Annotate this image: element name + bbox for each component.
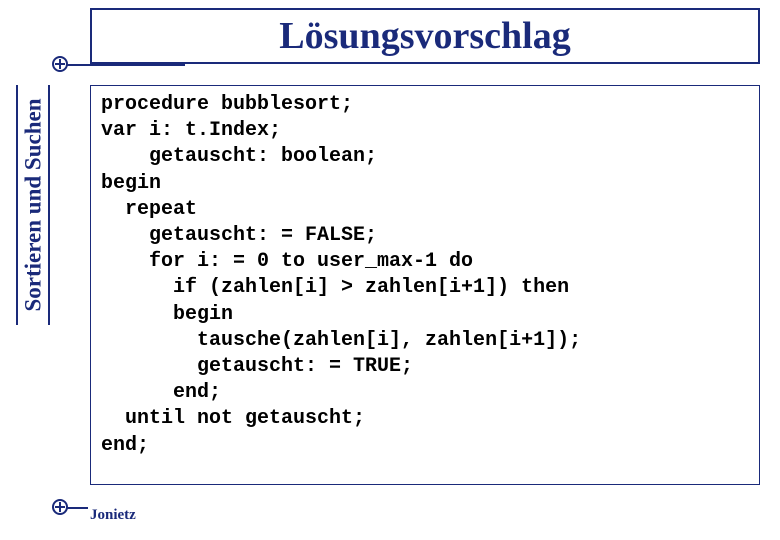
code-line: begin (101, 171, 749, 197)
code-block: procedure bubblesort; var i: t.Index; ge… (90, 85, 760, 485)
code-line: getauscht: boolean; (101, 144, 749, 170)
connector-node-top (52, 56, 68, 72)
code-line: until not getauscht; (101, 406, 749, 432)
code-line: repeat (101, 197, 749, 223)
code-line: var i: t.Index; (101, 118, 749, 144)
code-line: getauscht: = TRUE; (101, 354, 749, 380)
connector-line-top (60, 64, 185, 66)
title-box: Lösungsvorschlag (90, 8, 760, 64)
code-line: begin (101, 302, 749, 328)
side-label-text: Sortieren und Suchen (20, 98, 46, 311)
code-line: getauscht: = FALSE; (101, 223, 749, 249)
code-line: end; (101, 380, 749, 406)
code-line: for i: = 0 to user_max-1 do (101, 249, 749, 275)
code-line: if (zahlen[i] > zahlen[i+1]) then (101, 275, 749, 301)
slide-title: Lösungsvorschlag (279, 14, 570, 58)
connector-node-bottom (52, 499, 68, 515)
code-line: procedure bubblesort; (101, 92, 749, 118)
code-line: end; (101, 433, 749, 459)
side-rule-right (48, 85, 50, 325)
footer-author: Jonietz (90, 507, 136, 524)
side-label: Sortieren und Suchen (18, 85, 48, 325)
code-line: tausche(zahlen[i], zahlen[i+1]); (101, 328, 749, 354)
